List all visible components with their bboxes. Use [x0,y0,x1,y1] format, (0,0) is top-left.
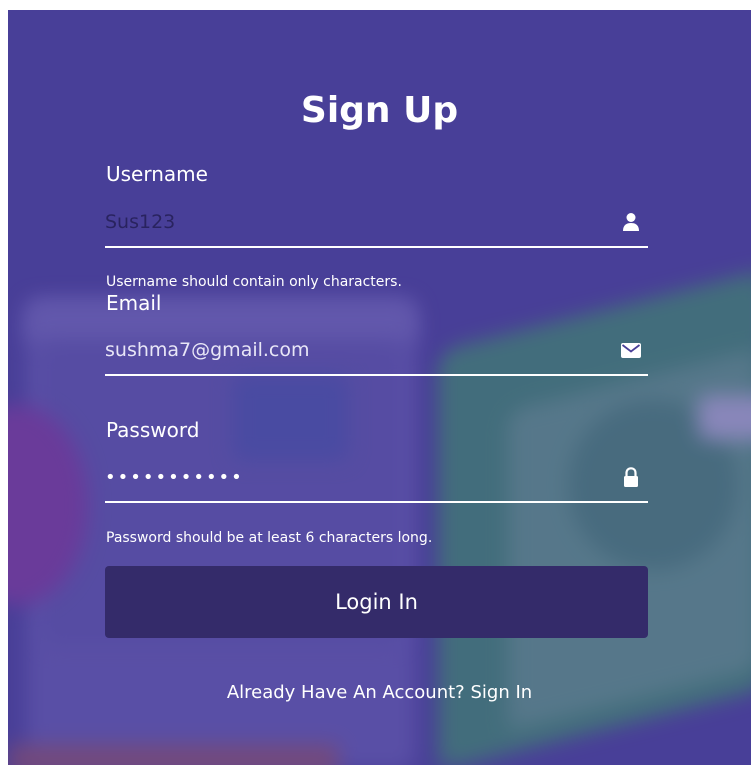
username-input[interactable] [105,211,585,233]
login-button[interactable]: Login In [105,566,648,638]
email-input[interactable] [105,339,585,361]
username-field-group [105,198,648,248]
envelope-icon [620,339,642,361]
username-error-message: Username should contain only characters. [106,274,402,290]
signup-panel: Sign Up Username Username should contain… [8,10,751,765]
password-input[interactable] [105,466,585,488]
page-title: Sign Up [300,90,459,131]
user-icon [620,211,642,233]
lock-icon [620,466,642,488]
password-error-message: Password should be at least 6 characters… [106,530,433,546]
sign-in-link[interactable]: Already Have An Account? Sign In [8,682,751,703]
password-label: Password [106,418,200,442]
password-field-group [105,453,648,503]
email-label: Email [106,291,162,315]
username-label: Username [106,162,208,186]
email-field-group [105,326,648,376]
